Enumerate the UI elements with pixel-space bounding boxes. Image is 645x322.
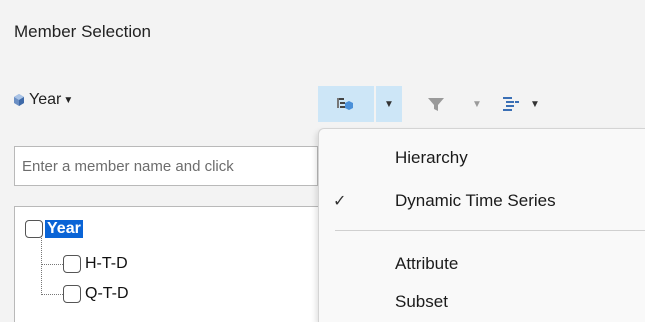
menu-item-hierarchy[interactable]: Hierarchy <box>319 141 645 175</box>
chevron-down-icon: ▼ <box>384 98 394 110</box>
dimension-label: Year <box>29 91 62 108</box>
tree-item-year[interactable]: Year <box>25 218 83 240</box>
check-icon: ✓ <box>333 193 347 210</box>
list-layout-icon <box>503 97 519 111</box>
chevron-down-icon: ▼ <box>530 98 540 110</box>
tree-item-htd[interactable]: H-T-D <box>63 253 130 275</box>
tree-connector <box>41 294 63 295</box>
panel-title: Member Selection <box>14 22 152 41</box>
tree-item-label: Q-T-D <box>85 285 129 302</box>
menu-item-subset[interactable]: Subset <box>319 285 645 319</box>
checkbox[interactable] <box>63 285 81 303</box>
menu-item-label: Subset <box>395 292 448 311</box>
member-view-menu: Hierarchy ✓ Dynamic Time Series Attribut… <box>318 128 645 322</box>
checkbox[interactable] <box>63 255 81 273</box>
member-view-button[interactable] <box>318 86 374 122</box>
chevron-down-icon: ▼ <box>63 94 74 106</box>
menu-item-label: Dynamic Time Series <box>395 191 556 210</box>
checkbox[interactable] <box>25 220 43 238</box>
cube-icon <box>14 94 24 106</box>
member-tree: Year H-T-D Q-T-D <box>14 206 334 322</box>
layout-button[interactable] <box>496 86 526 122</box>
chevron-down-icon: ▼ <box>472 98 482 110</box>
tree-connector <box>41 264 63 265</box>
member-view-dropdown[interactable]: ▼ <box>376 86 402 122</box>
tree-item-qtd[interactable]: Q-T-D <box>63 283 131 305</box>
dimension-selector[interactable]: Year ▼ <box>14 91 73 109</box>
filter-icon <box>428 98 444 111</box>
toolbar: Year ▼ ▼ ▼ ▼ <box>0 86 645 122</box>
member-selection-panel: Member Selection Year ▼ ▼ ▼ ▼ Enter a me… <box>0 0 645 322</box>
menu-item-label: Attribute <box>395 254 459 273</box>
menu-item-attribute[interactable]: Attribute <box>319 247 645 281</box>
tree-item-label: Year <box>45 220 83 238</box>
tree-item-label: H-T-D <box>85 255 128 272</box>
menu-item-label: Hierarchy <box>395 148 468 167</box>
layout-dropdown[interactable]: ▼ <box>526 86 544 122</box>
menu-item-dynamic-time-series[interactable]: ✓ Dynamic Time Series <box>319 184 645 218</box>
filter-dropdown[interactable]: ▼ <box>466 86 488 122</box>
menu-divider <box>335 230 645 231</box>
filter-button[interactable] <box>418 86 454 122</box>
member-search-input[interactable] <box>14 146 318 186</box>
hierarchy-view-icon <box>337 98 353 110</box>
